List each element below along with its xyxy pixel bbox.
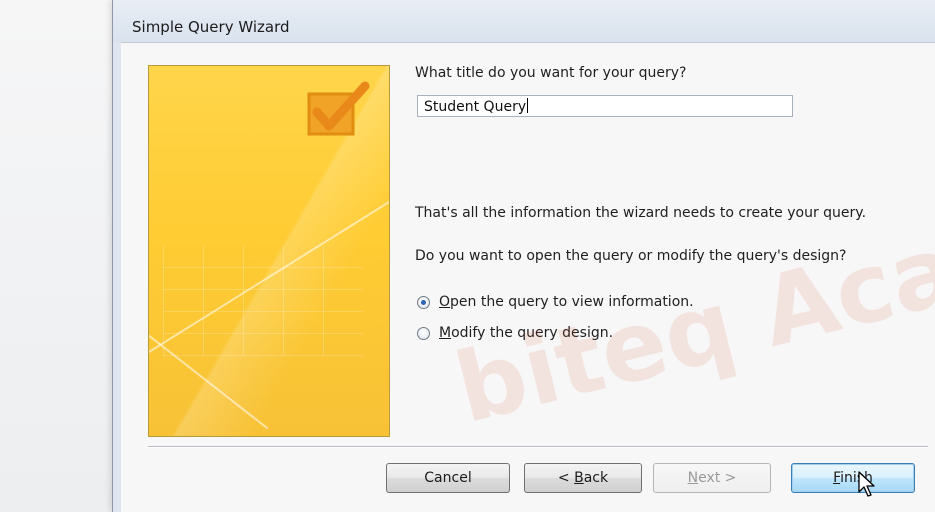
query-title-question: What title do you want for your query? <box>415 65 687 81</box>
wizard-client-area: What title do you want for your query? S… <box>121 42 935 512</box>
finish-button[interactable]: Finish <box>791 463 915 493</box>
text-caret <box>527 98 529 113</box>
cancel-button[interactable]: Cancel <box>386 463 510 493</box>
option-modify-design-label: Modify the query design. <box>439 325 614 341</box>
query-title-input[interactable]: Student Query <box>417 95 793 117</box>
open-or-modify-question: Do you want to open the query or modify … <box>415 248 847 264</box>
button-separator <box>148 446 928 448</box>
option-open-query[interactable]: Open the query to view information. <box>417 294 694 310</box>
radio-unselected-icon[interactable] <box>417 326 430 340</box>
mouse-pointer-icon <box>858 471 875 497</box>
table-grid-graphic <box>163 246 363 356</box>
option-modify-design[interactable]: Modify the query design. <box>417 325 613 341</box>
back-button[interactable]: < Back <box>524 463 642 493</box>
title-bar[interactable]: Simple Query Wizard <box>113 0 935 42</box>
wizard-dialog: Simple Query Wizard What title do you wa… <box>112 0 935 512</box>
wizard-banner-image <box>148 65 390 437</box>
option-open-query-label: Open the query to view information. <box>439 294 694 310</box>
query-title-value: Student Query <box>424 99 527 115</box>
checkmark-icon <box>307 81 370 136</box>
radio-selected-icon[interactable] <box>417 295 430 309</box>
wizard-info-text: That's all the information the wizard ne… <box>415 205 867 221</box>
next-button[interactable]: Next > <box>653 463 771 493</box>
window-title: Simple Query Wizard <box>132 18 290 36</box>
desktop-background <box>0 0 112 512</box>
